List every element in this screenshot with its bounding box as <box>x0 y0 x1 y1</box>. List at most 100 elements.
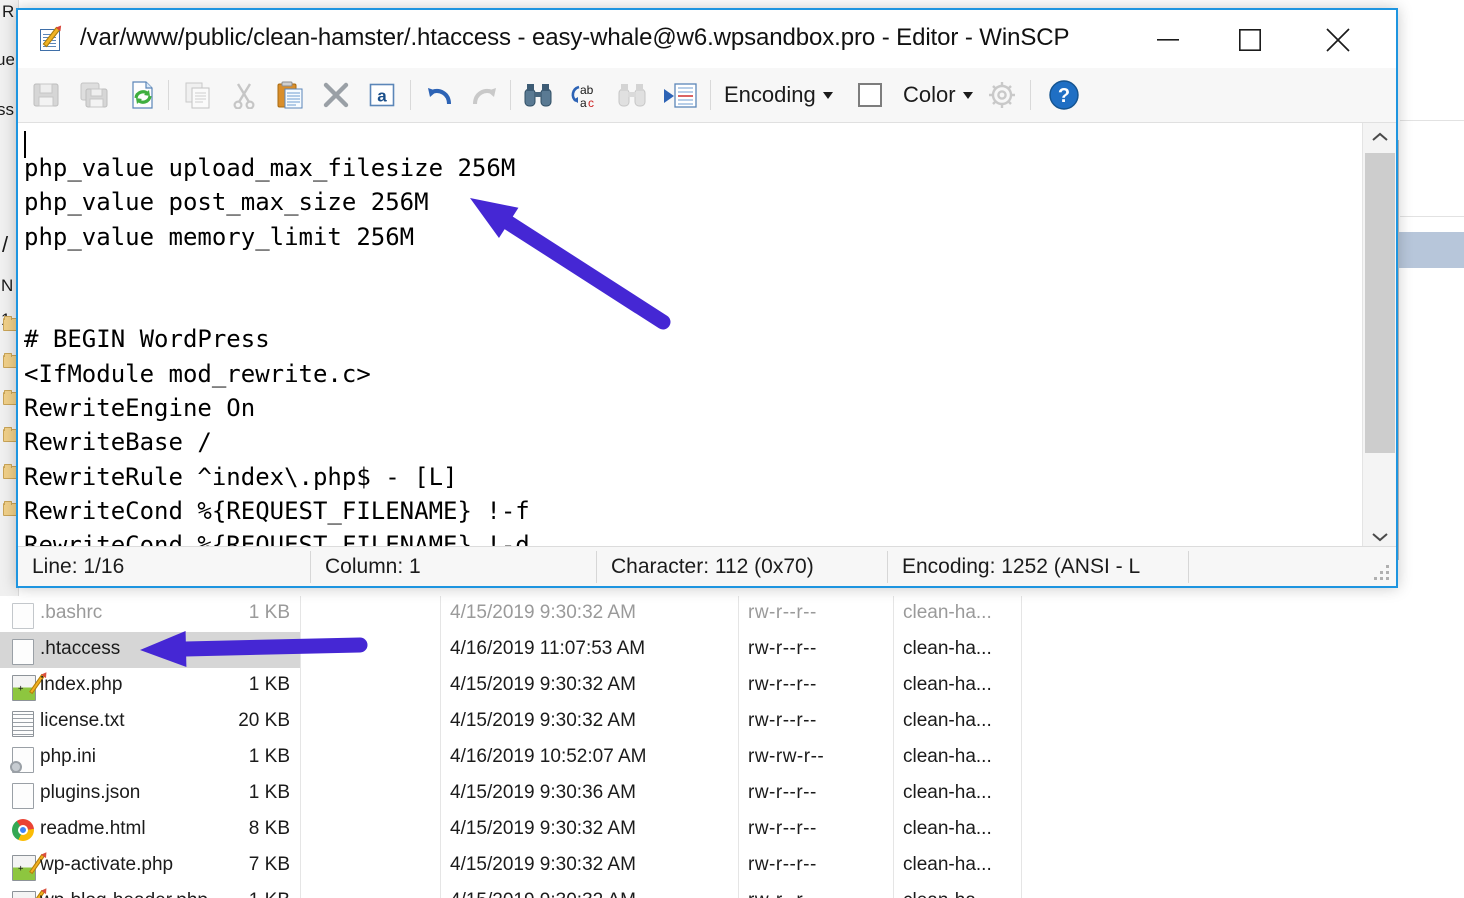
save-as-icon[interactable] <box>74 76 114 114</box>
editor-vertical-scrollbar[interactable] <box>1362 123 1396 551</box>
paste-icon[interactable] <box>270 76 310 114</box>
blank-page-icon <box>12 639 34 663</box>
file-size: 1 KB <box>150 638 290 660</box>
notepadpp-icon: + <box>12 891 34 898</box>
file-owner: clean-ha... <box>903 602 992 624</box>
status-column: Column: 1 <box>311 547 596 586</box>
file-rights: rw-r--r-- <box>748 710 817 732</box>
help-icon[interactable]: ? <box>1042 76 1086 114</box>
encoding-dropdown[interactable]: Encoding <box>724 76 833 114</box>
background-divider <box>1400 216 1464 217</box>
file-size: 20 KB <box>150 710 290 732</box>
svg-text:ab: ab <box>580 83 594 97</box>
file-name[interactable]: php.ini <box>40 746 96 768</box>
file-name[interactable]: index.php <box>40 674 122 696</box>
table-row[interactable]: +wp-activate.php7 KB4/15/2019 9:30:32 AM… <box>0 848 1464 884</box>
color-swatch[interactable] <box>858 76 882 114</box>
title-bar[interactable]: /var/www/public/clean-hamster/.htaccess … <box>18 10 1396 68</box>
file-rights: rw-r--r-- <box>748 602 817 624</box>
select-all-icon[interactable]: a <box>362 76 402 114</box>
replace-icon[interactable]: ab a c <box>564 76 608 114</box>
chevron-up-icon[interactable] <box>1363 123 1396 151</box>
svg-text:a: a <box>377 87 387 106</box>
resize-grip[interactable] <box>1374 565 1390 581</box>
file-size: 7 KB <box>150 854 290 876</box>
blank-page-icon <box>12 783 34 807</box>
svg-text:a: a <box>580 96 587 109</box>
file-list-panel[interactable]: .bashrc 1 KB 4/15/2019 9:30:32 AM rw-r--r--… <box>0 596 1464 898</box>
file-owner: clean-ha... <box>903 638 992 660</box>
editor-content[interactable]: php_value upload_max_filesize 256M php_v… <box>24 151 1360 551</box>
minimize-button[interactable] <box>1136 20 1200 60</box>
blank-page-icon <box>12 603 34 627</box>
go-to-line-icon[interactable] <box>658 76 702 114</box>
file-date: 4/15/2019 9:30:32 AM <box>450 854 636 876</box>
redo-icon[interactable] <box>464 76 504 114</box>
table-row[interactable]: +index.php1 KB4/15/2019 9:30:32 AMrw-r--… <box>0 668 1464 704</box>
window-title: /var/www/public/clean-hamster/.htaccess … <box>80 24 1069 52</box>
table-row[interactable]: license.txt20 KB4/15/2019 9:30:32 AMrw-r… <box>0 704 1464 740</box>
status-column-text: Column: 1 <box>311 555 421 579</box>
file-name[interactable]: .bashrc <box>40 602 102 624</box>
text-file-icon <box>12 711 34 735</box>
encoding-label: Encoding <box>724 82 816 108</box>
file-date: 4/15/2019 9:30:32 AM <box>450 890 636 898</box>
file-date: 4/15/2019 9:30:36 AM <box>450 782 636 804</box>
file-rights: rw-r--r-- <box>748 818 817 840</box>
file-size: 1 KB <box>150 602 290 624</box>
status-line: Line: 1/16 <box>18 547 310 586</box>
status-encoding: Encoding: 1252 (ANSI - L <box>888 547 1188 586</box>
status-encoding-text: Encoding: 1252 (ANSI - L <box>888 555 1140 579</box>
maximize-button[interactable] <box>1218 20 1282 60</box>
save-icon[interactable] <box>26 76 66 114</box>
ini-gear-icon <box>12 747 34 771</box>
file-size: 1 KB <box>150 674 290 696</box>
gear-icon[interactable] <box>980 76 1024 114</box>
file-date: 4/15/2019 9:30:32 AM <box>450 674 636 696</box>
table-row[interactable]: .bashrc 1 KB 4/15/2019 9:30:32 AM rw-r--r--… <box>0 596 1464 632</box>
table-row[interactable]: readme.html8 KB4/15/2019 9:30:32 AMrw-r-… <box>0 812 1464 848</box>
file-owner: clean-ha... <box>903 674 992 696</box>
background-text-fragment: N <box>1 276 17 296</box>
editor-toolbar[interactable]: a ab a c <box>18 68 1396 123</box>
file-size: 1 KB <box>150 782 290 804</box>
chrome-icon <box>12 819 34 843</box>
file-name[interactable]: license.txt <box>40 710 124 732</box>
file-name[interactable]: plugins.json <box>40 782 140 804</box>
chevron-down-icon <box>963 92 973 99</box>
chevron-down-icon <box>823 92 833 99</box>
background-text-fragment: ue <box>0 50 14 70</box>
editor-status-bar: Line: 1/16 Column: 1 Character: 112 (0x7… <box>18 546 1396 586</box>
delete-icon[interactable] <box>316 76 356 114</box>
close-button[interactable] <box>1306 20 1370 60</box>
file-name[interactable]: readme.html <box>40 818 146 840</box>
notepadpp-icon: + <box>12 675 34 699</box>
find-next-icon[interactable] <box>612 76 652 114</box>
notepadpp-icon: + <box>12 855 34 879</box>
color-dropdown[interactable]: Color <box>903 76 973 114</box>
reload-icon[interactable] <box>122 76 162 114</box>
table-row[interactable]: plugins.json 1 KB 4/15/2019 9:30:36 AM rw-r… <box>0 776 1464 812</box>
scrollbar-thumb[interactable] <box>1365 153 1395 453</box>
table-row[interactable]: .htaccess1 KB4/16/2019 11:07:53 AMrw-r--… <box>0 632 300 668</box>
file-name[interactable]: .htaccess <box>40 638 120 660</box>
status-line-text: Line: 1/16 <box>18 555 124 579</box>
find-icon[interactable] <box>518 76 558 114</box>
file-date: 4/15/2019 9:30:32 AM <box>450 602 636 624</box>
file-size: 8 KB <box>150 818 290 840</box>
file-rights: rw-r--r-- <box>748 638 817 660</box>
copy-icon[interactable] <box>178 76 218 114</box>
editor-text-area[interactable]: php_value upload_max_filesize 256M php_v… <box>18 123 1396 551</box>
file-owner: clean-ha... <box>903 890 992 898</box>
cut-icon[interactable] <box>224 76 264 114</box>
file-owner: clean-ha... <box>903 746 992 768</box>
file-rights: rw-r--r-- <box>748 782 817 804</box>
file-rights: rw-r--r-- <box>748 890 817 898</box>
table-row[interactable]: +wp-blog-header.php1 KB4/15/2019 9:30:32… <box>0 884 1464 898</box>
editor-window[interactable]: /var/www/public/clean-hamster/.htaccess … <box>16 8 1398 588</box>
background-text-fragment: ss <box>0 100 15 120</box>
undo-icon[interactable] <box>420 76 460 114</box>
table-row[interactable]: php.ini1 KB4/16/2019 10:52:07 AMrw-rw-r-… <box>0 740 1464 776</box>
file-owner: clean-ha... <box>903 818 992 840</box>
editor-document-pencil-icon <box>40 27 66 53</box>
